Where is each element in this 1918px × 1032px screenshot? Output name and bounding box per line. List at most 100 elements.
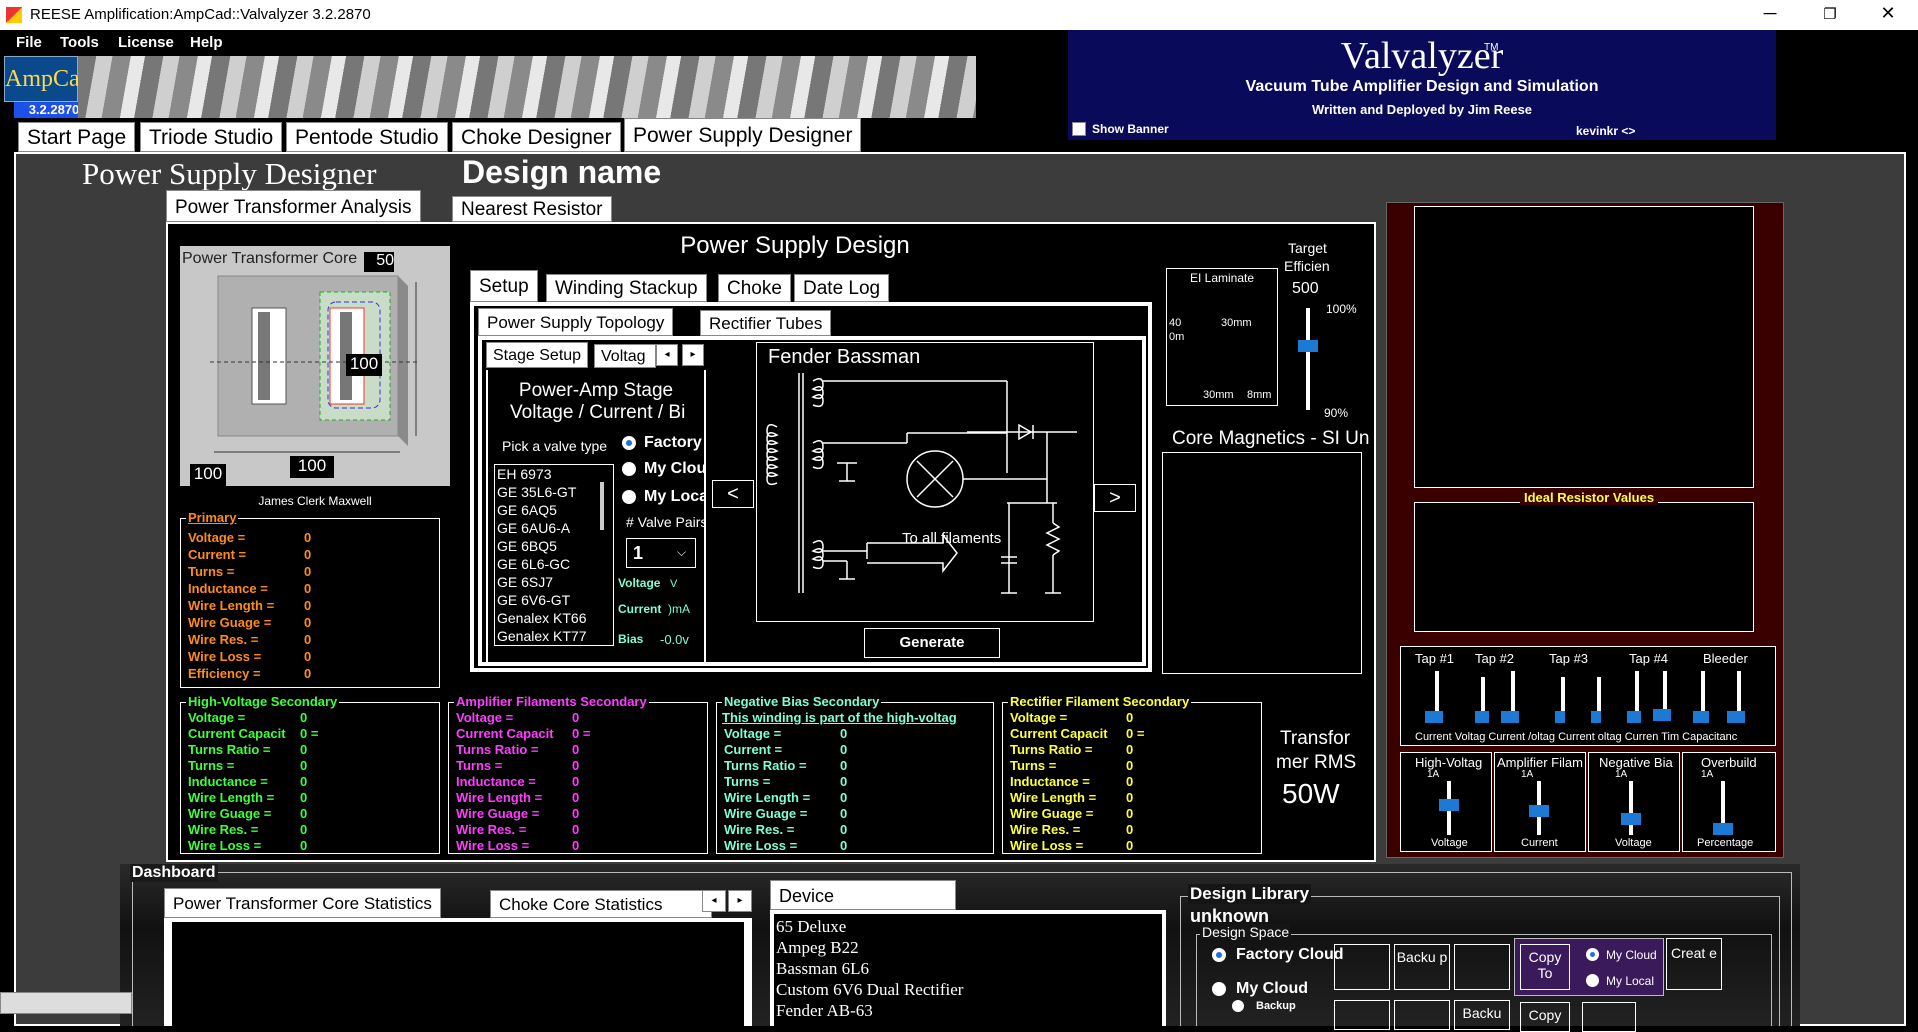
rect-row: Wire Length = 0 (1010, 790, 1134, 805)
tab-choke-designer[interactable]: Choke Designer (452, 122, 621, 152)
list-item[interactable]: EH 6973 (497, 465, 613, 483)
slider-thumb[interactable] (1529, 805, 1549, 817)
tab-stage-setup[interactable]: Stage Setup (486, 342, 589, 368)
tab-voltage[interactable]: Voltag (594, 344, 656, 368)
list-item[interactable]: GE 35L6-GT (497, 483, 613, 501)
menu-file[interactable]: File (16, 34, 42, 51)
radio-my-local[interactable] (622, 490, 636, 504)
tab-rectifier-tubes[interactable]: Rectifier Tubes (700, 310, 832, 336)
tap-slider-thumb[interactable] (1627, 711, 1641, 723)
tap-slider-thumb[interactable] (1591, 711, 1601, 723)
slider-thumb[interactable] (1713, 823, 1733, 835)
tap-slider-thumb[interactable] (1475, 711, 1489, 723)
backup-button[interactable]: Backu p (1394, 944, 1450, 990)
primary-rows: Voltage = 0 Current = 0 Turns = 0 Inductanc… (188, 530, 311, 682)
tap-slider-thumb[interactable] (1501, 711, 1519, 723)
radio-copy-my-local[interactable] (1586, 974, 1599, 987)
show-banner-checkbox[interactable] (1072, 122, 1086, 136)
primary-row: Inductance = 0 (188, 581, 312, 596)
list-item[interactable]: Fender AB-63 (776, 1000, 1160, 1021)
dashboard-scroll-right-icon[interactable]: ▸ (728, 890, 752, 912)
radio-copy-my-cloud[interactable] (1586, 948, 1599, 961)
library-slot[interactable] (1334, 944, 1390, 990)
primary-row: Voltage = 0 (188, 530, 312, 545)
tab-device[interactable]: Device (770, 880, 956, 910)
slider-scale: 1A (1427, 769, 1440, 780)
efficiency-slider-track[interactable] (1306, 308, 1310, 410)
list-item[interactable]: GE 6L6-GC (497, 555, 613, 573)
copy-button-2[interactable]: Copy (1520, 1002, 1570, 1032)
minimize-icon[interactable]: ─ (1750, 3, 1790, 27)
tab-choke-core-statistics[interactable]: Choke Core Statistics (490, 890, 712, 918)
list-item[interactable]: Ampeg B22 (776, 937, 1160, 958)
copy-to-button[interactable]: Copy To (1520, 944, 1570, 990)
menu-help[interactable]: Help (190, 34, 223, 51)
tab-power-supply-designer[interactable]: Power Supply Designer (624, 118, 862, 152)
radio-my-cloud-space[interactable] (1212, 982, 1226, 996)
list-item[interactable]: GE 6AQ5 (497, 501, 613, 519)
banner-author: Written and Deployed by Jim Reese (1311, 102, 1533, 117)
library-slot[interactable] (1582, 1002, 1636, 1032)
maximize-icon[interactable]: ❐ (1810, 5, 1850, 29)
pick-valve-label: Pick a valve type (502, 438, 608, 454)
tab-date-log[interactable]: Date Log (794, 274, 890, 302)
list-item[interactable]: Genalex KT66 (497, 609, 613, 627)
tab-triode-studio[interactable]: Triode Studio (140, 122, 283, 152)
next-topology-button[interactable]: > (1094, 484, 1136, 512)
dashboard-scroll-left-icon[interactable]: ◂ (702, 890, 726, 912)
slider-thumb[interactable] (1439, 799, 1459, 811)
list-item[interactable]: Bassman 6L6 (776, 958, 1160, 979)
slider-caption: Current (1521, 837, 1558, 849)
radio-my-cloud[interactable] (622, 462, 636, 476)
device-list[interactable]: 65 Deluxe Ampeg B22 Bassman 6L6 Custom 6… (774, 914, 1162, 1026)
tab-power-transformer-analysis[interactable]: Power Transformer Analysis (166, 190, 421, 222)
close-icon[interactable]: ✕ (1868, 3, 1908, 27)
generate-button[interactable]: Generate (864, 628, 1000, 658)
efficiency-slider-thumb[interactable] (1298, 340, 1318, 353)
tap-slider-thumb[interactable] (1693, 711, 1709, 723)
tab-choke[interactable]: Choke (718, 274, 791, 302)
tab-start-page[interactable]: Start Page (18, 122, 136, 152)
menu-tools[interactable]: Tools (60, 34, 99, 51)
list-item[interactable]: GE 6AU6-A (497, 519, 613, 537)
tab-setup[interactable]: Setup (470, 270, 538, 302)
tab-scroll-right-icon[interactable]: ▸ (682, 344, 704, 366)
menu-license[interactable]: License (118, 34, 174, 51)
tab-nearest-resistor[interactable]: Nearest Resistor (452, 196, 612, 222)
library-slot[interactable] (1454, 944, 1510, 990)
tap-slider-thumb[interactable] (1425, 711, 1443, 723)
list-item[interactable]: 65 Deluxe (776, 916, 1160, 937)
tab-power-supply-topology[interactable]: Power Supply Topology (478, 308, 674, 336)
radio-backup[interactable] (1232, 1000, 1244, 1012)
current-label: Current (618, 602, 662, 616)
tab-core-statistics[interactable]: Power Transformer Core Statistics (164, 888, 441, 918)
radio-factory-cloud[interactable] (1212, 948, 1226, 962)
backup-small-label: Backup (1256, 1000, 1296, 1012)
neg-row: Turns = 0 (724, 774, 848, 789)
tap-slider-thumb[interactable] (1555, 711, 1565, 723)
slider-scale: 1A (1521, 769, 1534, 780)
neg-row: Wire Length = 0 (724, 790, 848, 805)
tab-winding-stackup[interactable]: Winding Stackup (546, 274, 707, 302)
lam-dim-1: 40 (1169, 317, 1182, 329)
tab-scroll-left-icon[interactable]: ◂ (656, 344, 678, 366)
valve-list[interactable]: EH 6973 GE 35L6-GT GE 6AQ5 GE 6AU6-A GE … (494, 464, 614, 646)
tap-slider-thumb[interactable] (1727, 711, 1745, 723)
tap-3-label: Tap #3 (1549, 651, 1589, 666)
design-name[interactable]: Design name (462, 154, 661, 191)
slider-thumb[interactable] (1621, 813, 1641, 825)
create-button[interactable]: Creat e (1666, 938, 1722, 990)
list-item[interactable]: Custom 6V6 Dual Rectifier (776, 979, 1160, 1000)
tap-slider-thumb[interactable] (1653, 709, 1671, 721)
prev-topology-button[interactable]: < (712, 480, 754, 508)
list-item[interactable]: GE 6SJ7 (497, 573, 613, 591)
list-item[interactable]: GE 6V6-GT (497, 591, 613, 609)
stage-title-1: Power-Amp Stage (518, 380, 674, 401)
list-item[interactable]: GE 6BQ5 (497, 537, 613, 555)
list-item[interactable]: Genalex KT77 (497, 627, 613, 645)
valve-pairs-select[interactable]: 1 ⌵ (626, 538, 696, 568)
tab-pentode-studio[interactable]: Pentode Studio (286, 122, 448, 152)
radio-factory[interactable] (622, 436, 636, 450)
slider-track[interactable] (1629, 781, 1633, 835)
valve-list-scrollbar[interactable] (600, 482, 604, 530)
